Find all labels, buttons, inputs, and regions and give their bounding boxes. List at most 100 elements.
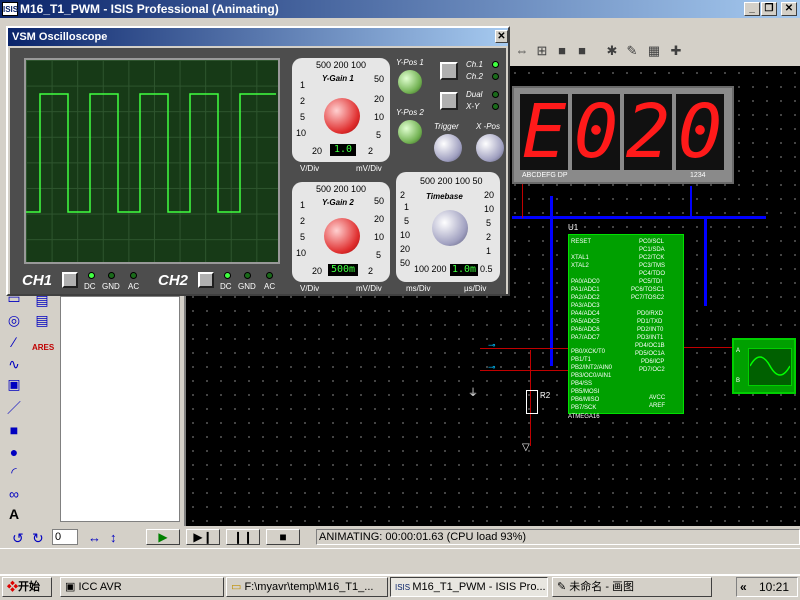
minimize-button[interactable]: _ <box>744 2 760 16</box>
start-button[interactable]: ❖开始 <box>2 577 52 597</box>
ygain1-title: Y-Gain 1 <box>322 74 354 83</box>
mcu-atmega16[interactable]: RESET XTAL1 XTAL2 PA0/ADC0 PA1/ADC1 PA2/… <box>568 234 684 414</box>
task-explorer[interactable]: ▭ F:\myavr\temp\M16_T1_... <box>226 577 388 597</box>
ygain1-unit-left: V/Div <box>300 164 320 173</box>
seven-segment-display[interactable]: E 0 2 0 ABCDEFG DP 1234 <box>512 86 734 184</box>
channel-select-button[interactable] <box>440 62 458 80</box>
isis-app-icon[interactable]: ISIS <box>2 2 18 16</box>
mcu-pin-left: PB4/SS <box>571 381 593 387</box>
digit-1: E <box>520 89 568 175</box>
terminal-mode-icon[interactable]: ◎ <box>4 310 24 330</box>
arc-mode-icon[interactable]: ◜ <box>4 462 24 482</box>
task-icc-avr[interactable]: ▣ ICC AVR <box>60 577 224 597</box>
mcu-pin-left: PA1/ADC1 <box>571 287 600 293</box>
ch2-invert-button[interactable] <box>198 272 214 288</box>
library-icon[interactable]: ARES <box>32 338 54 358</box>
rotate-ccw-icon[interactable]: ↺ <box>12 530 24 547</box>
icc-avr-icon: ▣ <box>65 581 79 593</box>
ygain2-knob[interactable] <box>324 218 360 254</box>
tray-clock[interactable]: 10:21 <box>736 577 798 597</box>
toolbar-mirror-icon[interactable]: ⇔ <box>514 44 530 58</box>
line-mode-icon[interactable]: ／ <box>4 398 24 418</box>
ygain2-scale-label: 20 <box>312 266 323 276</box>
mcu-pin-left: PB6/MISO <box>571 397 600 403</box>
ygain1-scale-label: 2 <box>300 96 306 106</box>
mirror-vertical-icon[interactable]: ↕ <box>110 530 117 545</box>
ygain2-scale-label: 2 <box>300 216 306 226</box>
ygain1-unit-right: mV/Div <box>356 164 382 173</box>
mcu-pin-right: PC3/TMS <box>639 263 666 269</box>
pause-button[interactable]: ❙❙ <box>226 529 260 545</box>
ygain2-scale-label: 1 <box>300 200 306 210</box>
trigger-label: Trigger <box>434 122 459 131</box>
mcu-pin-left: PB2/INT2/AIN0 <box>571 365 613 371</box>
play-button[interactable]: ▶ <box>146 529 180 545</box>
ypos1-knob[interactable] <box>398 70 422 94</box>
scope-input-a: A <box>736 348 741 354</box>
bus-left-vertical <box>550 196 553 366</box>
mcu-pin-right: AREF <box>649 403 666 409</box>
mcu-pin-left: XTAL1 <box>571 255 589 261</box>
ygain1-scale-label: 2 <box>368 146 374 156</box>
ypos2-knob[interactable] <box>398 120 422 144</box>
timebase-knob[interactable] <box>432 210 468 246</box>
rotation-input[interactable]: 0 <box>52 529 78 545</box>
timebase-extra-scale: 0.5 <box>480 264 493 274</box>
folder-icon: ▭ <box>231 581 245 593</box>
device-list[interactable] <box>60 296 180 522</box>
ch1-dc-label: DC <box>84 282 96 291</box>
ch2-ac-led <box>266 272 273 279</box>
task-paint[interactable]: ✎ 未命名 - 画图 <box>552 577 712 597</box>
toolbar-block-move-icon[interactable]: ■ <box>574 44 590 58</box>
mcu-pin-left: PB0/XCK/T0 <box>571 349 606 355</box>
toolbar-align-icon[interactable]: ⊞ <box>534 44 550 58</box>
push-button-2[interactable]: ⊸ <box>488 363 496 372</box>
circle-mode-icon[interactable]: ● <box>4 442 24 462</box>
box-mode-icon[interactable]: ■ <box>4 420 24 440</box>
oscilloscope-window[interactable]: VSM Oscilloscope ✕ CH1 DC GND AC CH2 DC … <box>6 26 510 296</box>
probe-mode-icon[interactable]: ∕ <box>4 332 24 352</box>
trigger-knob[interactable] <box>434 134 462 162</box>
push-button-1[interactable]: ⊸ <box>488 341 496 350</box>
text-mode-icon[interactable]: A <box>4 504 24 524</box>
maximize-button[interactable]: ❐ <box>761 2 777 16</box>
path-mode-icon[interactable]: ∞ <box>4 484 24 504</box>
xpos-knob[interactable] <box>476 134 504 162</box>
ch1-ac-label: AC <box>128 282 140 291</box>
oscilloscope-instrument[interactable]: A B <box>732 338 796 394</box>
timebase-scale-label: 5 <box>486 218 492 228</box>
ch2-select-label: Ch.2 <box>466 72 483 81</box>
task-isis[interactable]: ISIS M16_T1_PWM - ISIS Pro... <box>390 577 548 597</box>
timebase-scale-label: 10 <box>484 204 495 214</box>
scope-trace <box>26 93 276 213</box>
resistor-label: R2 <box>540 391 551 400</box>
rotate-cw-icon[interactable]: ↻ <box>32 530 44 547</box>
paint-icon: ✎ <box>557 581 570 593</box>
ygain2-scale-label: 20 <box>374 214 385 224</box>
mcu-pin-right: PC7/TOSC2 <box>631 295 665 301</box>
tape-mode-icon[interactable]: ▣ <box>4 374 24 394</box>
generator-mode-icon[interactable]: ∿ <box>4 354 24 374</box>
toolbar-component-icon[interactable]: ▦ <box>646 44 662 58</box>
toolbar-tool-icon[interactable]: ✚ <box>668 44 684 58</box>
mcu-pin-right: PD6/ICP <box>641 359 665 365</box>
toolbar-zoom-icon[interactable]: ✱ <box>604 44 620 58</box>
close-button[interactable]: ✕ <box>781 2 797 16</box>
timebase-scale-label: 50 <box>400 258 411 268</box>
mcu-pin-right: PC5/TDI <box>639 279 663 285</box>
stop-button[interactable]: ■ <box>266 529 300 545</box>
mirror-horizontal-icon[interactable]: ↔ <box>88 530 101 545</box>
mcu-pin-left: PA2/ADC2 <box>571 295 600 301</box>
ch1-invert-button[interactable] <box>62 272 78 288</box>
resistor-r2[interactable] <box>526 390 538 414</box>
step-button[interactable]: ▶❙ <box>186 529 220 545</box>
dual-xy-button[interactable] <box>440 92 458 110</box>
toolbar-wire-autorouter-icon[interactable]: ✎ <box>624 44 640 58</box>
oscilloscope-close-button[interactable]: ✕ <box>495 30 508 43</box>
toolbar-block-copy-icon[interactable]: ■ <box>554 44 570 58</box>
ygain1-knob[interactable] <box>324 98 360 134</box>
ygain1-scale-label: 5 <box>300 112 306 122</box>
mcu-pin-left: XTAL2 <box>571 263 589 269</box>
edit-device-icon[interactable]: ▤ <box>32 310 52 330</box>
oscilloscope-title: VSM Oscilloscope <box>8 28 508 46</box>
